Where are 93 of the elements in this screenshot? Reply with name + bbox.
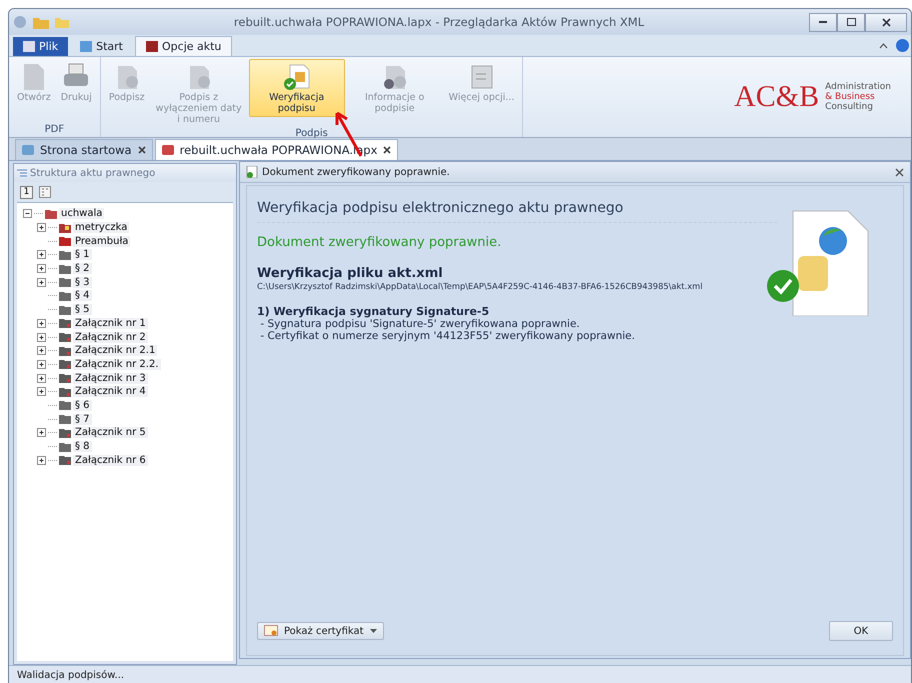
folder-icon xyxy=(59,332,71,342)
folder-icon xyxy=(59,250,71,260)
tree-item[interactable]: uchwala xyxy=(59,208,104,220)
close-icon[interactable] xyxy=(895,168,904,176)
logo-mark: AC&B xyxy=(734,80,820,114)
folder-icon xyxy=(59,373,71,384)
tree-item[interactable]: Preambuła xyxy=(73,236,130,247)
section-heading: 1) Weryfikacja sygnatury Signature-5 xyxy=(257,305,490,318)
close-icon xyxy=(882,18,890,26)
dialog-title: Dokument zweryfikowany poprawnie. xyxy=(262,166,451,178)
tree-icon xyxy=(17,169,27,177)
tree-item[interactable]: metryczka xyxy=(73,222,130,234)
result-line: - Certyfikat o numerze seryjnym '44123F55' zweryfikowany poprawnie. xyxy=(259,330,636,342)
close-icon[interactable] xyxy=(138,146,146,154)
collapse-ribbon-icon[interactable] xyxy=(879,42,888,48)
expand-icon[interactable] xyxy=(37,346,46,356)
expand-icon[interactable] xyxy=(37,264,46,274)
folder-icon xyxy=(59,318,71,328)
folder-icon xyxy=(59,400,71,410)
tree-item[interactable]: § 1 xyxy=(73,249,92,260)
tree-item[interactable]: Załącznik nr 6 xyxy=(73,454,148,466)
folder-icon xyxy=(59,290,71,301)
maximize-icon xyxy=(846,18,856,26)
tree-item[interactable]: § 2 xyxy=(73,263,92,274)
expand-icon[interactable] xyxy=(37,223,46,232)
expand-icon[interactable] xyxy=(37,318,46,328)
folder-icon xyxy=(59,236,71,246)
close-button[interactable] xyxy=(865,12,907,32)
tree-item[interactable]: § 5 xyxy=(73,304,92,316)
expand-icon[interactable] xyxy=(37,278,46,287)
ribbon-tab[interactable]: Plik xyxy=(13,37,68,56)
grid-icon[interactable] xyxy=(39,186,51,198)
dialog-heading: Weryfikacja podpisu elektronicznego aktu prawnego xyxy=(257,200,777,223)
dropdown-icon xyxy=(370,629,377,633)
expand-icon[interactable] xyxy=(37,332,46,342)
tree-item[interactable]: Załącznik nr 2 xyxy=(73,332,148,343)
folder-icon xyxy=(59,386,71,397)
status-text: Walidacja podpisów... xyxy=(17,670,124,680)
expand-icon[interactable] xyxy=(37,360,46,369)
folder-icon xyxy=(45,208,57,219)
certificate-icon xyxy=(264,625,278,637)
expand-icon[interactable] xyxy=(37,250,46,260)
collapse-icon[interactable] xyxy=(23,209,32,218)
tree-item[interactable]: § 3 xyxy=(73,276,92,288)
ribbon-tab[interactable]: Opcje aktu xyxy=(135,36,232,56)
document-icon xyxy=(162,145,174,155)
folder-icon xyxy=(59,346,71,356)
logo-text: Administration & Business Consulting xyxy=(825,82,891,112)
folder-icon xyxy=(59,428,71,438)
tree-item[interactable]: Załącznik nr 4 xyxy=(73,386,148,398)
group-label: Podpis xyxy=(295,128,328,141)
tree-item[interactable]: Załącznik nr 2.2. xyxy=(73,358,160,370)
ribbon-button[interactable]: Weryfikacja podpisu xyxy=(248,59,345,117)
home-icon xyxy=(22,145,34,155)
file-path: C:\Users\Krzysztof Radzimski\AppData\Local\Temp\EAP\5A4F259C-4146-4B37-BFA6-1526CB943985\akt.xml xyxy=(257,281,704,291)
ribbon-tab[interactable]: Start xyxy=(70,37,133,56)
toolbar-button[interactable]: 1 xyxy=(20,186,33,198)
folder-icon xyxy=(59,264,71,274)
folder-icon xyxy=(59,414,71,424)
close-icon[interactable] xyxy=(383,146,392,154)
expand-icon[interactable] xyxy=(37,456,46,465)
folder-icon xyxy=(59,222,71,233)
tree-item[interactable]: Załącznik nr 3 xyxy=(73,372,148,384)
minimize-button[interactable] xyxy=(809,12,837,32)
tree-item[interactable]: Załącznik nr 1 xyxy=(73,318,148,329)
tree-item[interactable]: § 4 xyxy=(73,290,92,302)
window-title: rebuilt.uchwała POPRAWIONA.lapx - Przeglądarka Aktów Prawnych XML xyxy=(232,15,646,29)
expand-icon[interactable] xyxy=(37,374,46,383)
folder-icon xyxy=(59,455,71,466)
verified-document-icon xyxy=(282,62,312,92)
folder-icon xyxy=(59,442,71,452)
group-label: PDF xyxy=(44,124,64,137)
document-tab[interactable]: Strona startowa xyxy=(15,139,153,160)
folder-icon xyxy=(59,277,71,288)
tree-item[interactable]: Załącznik nr 5 xyxy=(73,427,148,438)
tree-item[interactable]: § 7 xyxy=(73,414,92,425)
folder-icon xyxy=(59,359,71,370)
show-certificate-button[interactable]: Pokaż certyfikat xyxy=(257,622,384,640)
document-icon xyxy=(23,41,35,52)
expand-icon[interactable] xyxy=(37,428,46,438)
tree-item[interactable]: Załącznik nr 2.1 xyxy=(73,345,158,356)
result-line: - Sygnatura podpisu 'Signature-5' zweryfikowana poprawnie. xyxy=(259,318,581,330)
ok-button[interactable]: OK xyxy=(829,621,893,641)
expand-icon[interactable] xyxy=(37,387,46,396)
minimize-icon xyxy=(819,20,827,24)
maximize-button[interactable] xyxy=(837,12,865,32)
folder-icon xyxy=(59,304,71,315)
tree-item[interactable]: § 6 xyxy=(73,400,92,411)
file-heading: Weryfikacja pliku akt.xml xyxy=(257,266,444,281)
panel-title: Struktura aktu prawnego xyxy=(30,168,156,178)
tree-item[interactable]: § 8 xyxy=(73,441,92,452)
status-message: Dokument zweryfikowany poprawnie. xyxy=(257,235,502,250)
document-icon xyxy=(246,166,258,178)
